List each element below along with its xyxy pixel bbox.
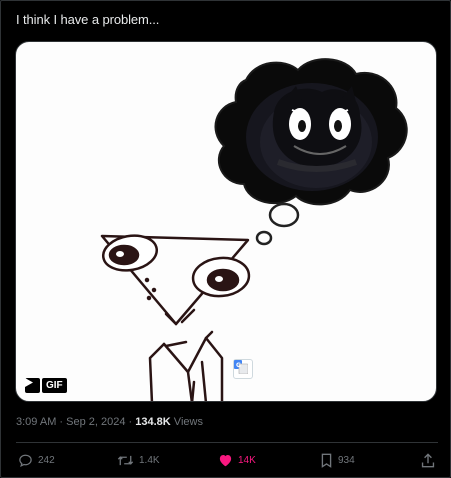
tweet-meta: 3:09 AM · Sep 2, 2024 · 134.8K Views — [16, 416, 203, 428]
reply-count: 242 — [38, 454, 55, 466]
repost-button[interactable]: 1.4K — [117, 450, 160, 470]
reply-button[interactable]: 242 — [18, 450, 55, 470]
gif-badge[interactable]: GIF — [25, 378, 67, 393]
like-button[interactable]: 14K — [218, 450, 256, 470]
reply-icon — [19, 454, 32, 467]
views-count: 134.8K — [135, 416, 171, 428]
gif-label: GIF — [42, 378, 67, 393]
tweet-time[interactable]: 3:09 AM — [16, 416, 56, 428]
divider — [16, 442, 438, 443]
play-icon[interactable] — [25, 378, 40, 393]
repost-icon — [117, 455, 134, 465]
thought-bubble-large — [268, 202, 300, 228]
action-bar: 242 1.4K 14K 934 — [0, 450, 451, 470]
gif-illustration — [100, 58, 408, 401]
bookmark-count: 934 — [338, 454, 355, 466]
tweet-date[interactable]: Sep 2, 2024 — [66, 416, 125, 428]
views-label: Views — [170, 416, 203, 428]
bookmark-icon — [321, 453, 332, 468]
gif-media[interactable]: GIF G — [15, 41, 437, 402]
tweet-text: I think I have a problem... — [16, 12, 160, 27]
thought-cloud — [214, 58, 408, 206]
thought-bubble-small — [255, 230, 273, 246]
repost-count: 1.4K — [139, 454, 160, 466]
share-button[interactable] — [421, 450, 435, 470]
like-count: 14K — [238, 454, 256, 466]
translate-icon[interactable]: G — [233, 359, 253, 379]
svg-text:G: G — [236, 362, 241, 369]
bookmark-button[interactable]: 934 — [320, 450, 355, 470]
share-icon — [421, 452, 435, 467]
triangle-character — [100, 234, 251, 401]
heart-icon — [219, 455, 232, 467]
